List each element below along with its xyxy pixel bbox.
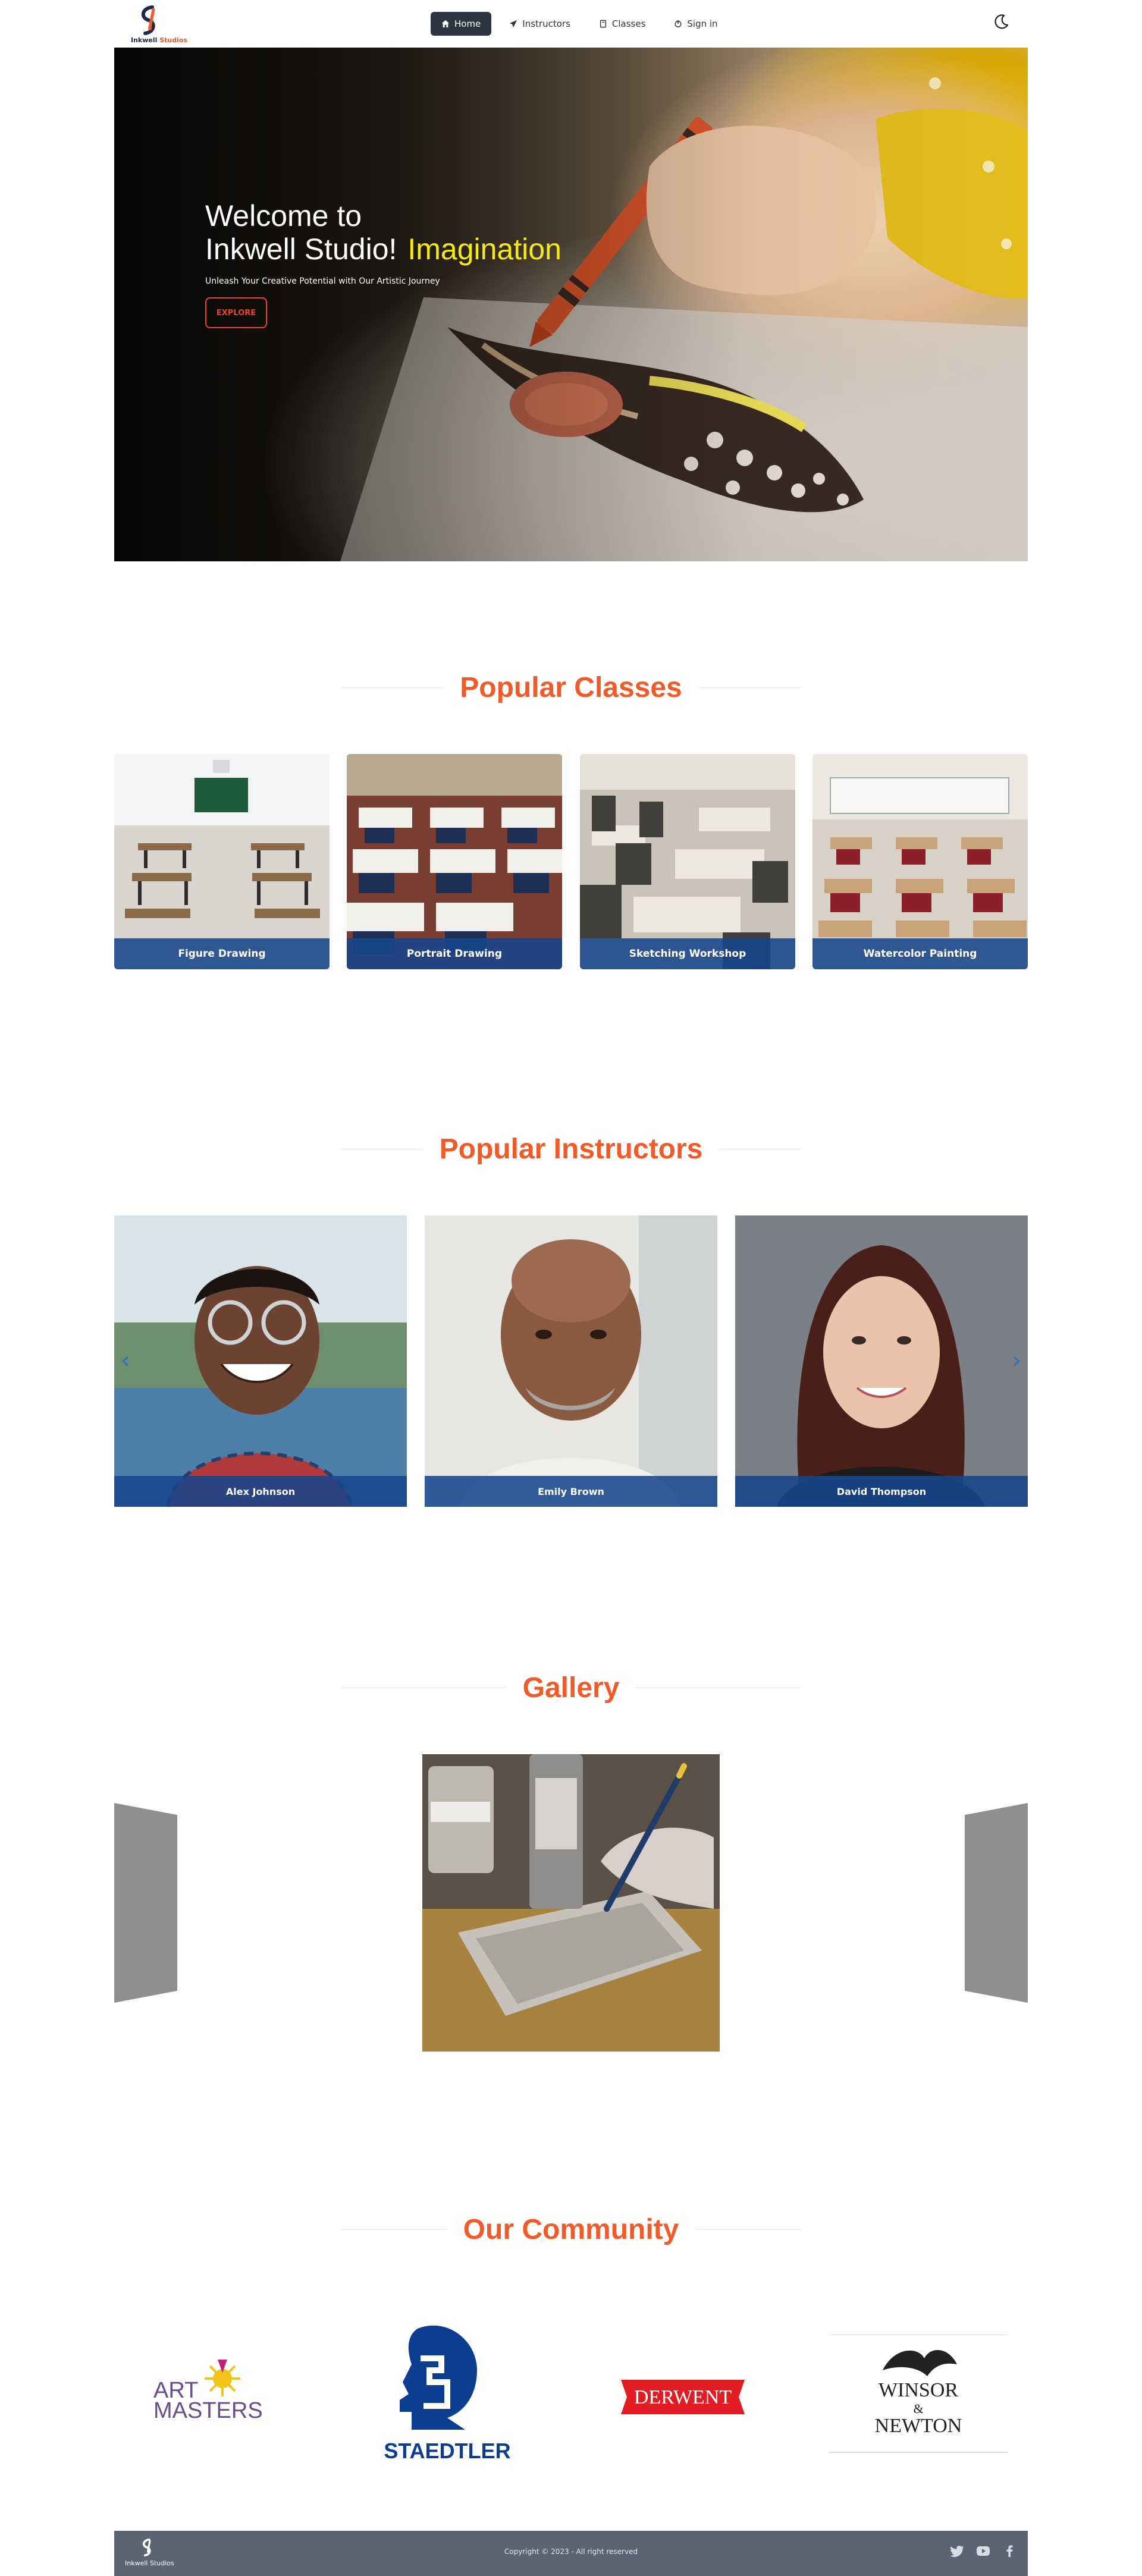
youtube-icon[interactable] <box>975 2544 991 2558</box>
gallery-carousel <box>114 1754 1028 2052</box>
facebook-icon[interactable] <box>1002 2544 1017 2558</box>
hero-title: Welcome to Inkwell Studio! Imagination <box>205 199 561 266</box>
gallery-heading: Gallery <box>341 1667 801 1708</box>
classroom-image <box>114 754 330 969</box>
classes-row: Figure Drawing Portrait Drawing Sketchin… <box>114 754 1028 969</box>
nav-item-label: Classes <box>611 18 646 29</box>
class-card-title: Watercolor Painting <box>812 938 1028 969</box>
nav-item-label: Home <box>454 18 481 29</box>
nav-item-classes[interactable]: Classes <box>588 12 657 36</box>
instructors-carousel: Alex Johnson Emily Brown David Thompson … <box>114 1215 1028 1507</box>
instructor-name: David Thompson <box>735 1476 1028 1507</box>
power-icon <box>674 20 682 27</box>
nav-item-label: Instructors <box>522 18 570 29</box>
art-masters-line-2: MASTERS <box>153 2398 263 2423</box>
art-masters-logo: ART MASTERS <box>153 2360 263 2423</box>
brand-winsor-newton[interactable]: WINSOR & NEWTON <box>829 2335 1008 2454</box>
nav-links: Home Instructors Classes Sign in <box>431 12 729 36</box>
social-links <box>949 2544 1017 2558</box>
instructors-heading: Popular Instructors <box>341 1128 801 1170</box>
community-heading: Our Community <box>341 2209 801 2250</box>
class-card-sketching-workshop[interactable]: Sketching Workshop <box>580 754 795 969</box>
divider <box>695 2229 801 2230</box>
paper-plane-icon <box>510 20 517 28</box>
instructor-card-david-thompson[interactable]: David Thompson <box>735 1215 1028 1507</box>
winsor-newton-line-3: NEWTON <box>875 2415 962 2437</box>
hero-banner: Welcome to Inkwell Studio! Imagination Un… <box>114 48 1028 561</box>
carousel-next-button[interactable]: › <box>1008 1347 1025 1374</box>
classroom-image <box>347 754 562 969</box>
instructor-card-alex-johnson[interactable]: Alex Johnson <box>114 1215 407 1507</box>
nav-item-sign-in[interactable]: Sign in <box>663 12 728 36</box>
gallery-image <box>422 1754 720 2052</box>
staedtler-wordmark: STAEDTLER <box>384 2439 510 2463</box>
carousel-prev-button[interactable]: ‹ <box>117 1347 134 1374</box>
hero-title-line-2: Inkwell Studio! <box>205 233 397 266</box>
site-logo[interactable]: Inkwell Studios <box>130 5 187 44</box>
staedtler-logo: STAEDTLER <box>384 2325 511 2463</box>
nav-item-instructors[interactable]: Instructors <box>498 12 581 36</box>
instructor-photo <box>425 1215 717 1507</box>
theme-toggle-button[interactable] <box>991 12 1011 32</box>
instructor-name: Alex Johnson <box>114 1476 407 1507</box>
logo-text: Inkwell Studios <box>131 36 188 44</box>
nav-item-label: Sign in <box>687 18 718 29</box>
explore-button[interactable]: EXPLORE <box>205 297 267 328</box>
footer: Inkwell Studios Copyright © 2023 - All r… <box>114 2531 1028 2576</box>
nav-item-home[interactable]: Home <box>431 12 492 36</box>
class-card-watercolor-painting[interactable]: Watercolor Painting <box>812 754 1028 969</box>
moon-icon <box>994 14 1009 29</box>
gallery-next-slide[interactable] <box>965 1803 1028 2003</box>
instructor-card-emily-brown[interactable]: Emily Brown <box>425 1215 717 1507</box>
section-title: Popular Instructors <box>439 1133 703 1165</box>
brand-art-masters[interactable]: ART MASTERS <box>151 2355 294 2426</box>
winsor-newton-line-1: WINSOR <box>879 2379 958 2401</box>
book-icon <box>600 20 606 28</box>
footer-logo-text: Inkwell Studios <box>125 2559 174 2567</box>
section-title: Gallery <box>522 1672 620 1704</box>
brand-staedtler[interactable]: STAEDTLER <box>376 2323 519 2465</box>
gallery-main-slide[interactable] <box>422 1754 720 2052</box>
class-card-title: Sketching Workshop <box>580 938 795 969</box>
classes-heading: Popular Classes <box>341 667 801 708</box>
class-card-figure-drawing[interactable]: Figure Drawing <box>114 754 330 969</box>
classroom-image <box>812 754 1028 969</box>
instructor-photo <box>114 1215 407 1507</box>
hero-subtitle: Unleash Your Creative Potential with Our… <box>205 277 440 286</box>
logo-mark-icon <box>142 5 155 35</box>
instructor-name: Emily Brown <box>425 1476 717 1507</box>
class-card-title: Portrait Drawing <box>347 938 562 969</box>
community-logos: ART MASTERS STAEDTLER DERWENT WINSOR & N… <box>114 2323 1028 2465</box>
divider <box>341 687 444 688</box>
winsor-newton-logo: WINSOR & NEWTON <box>829 2335 1008 2453</box>
navbar: Inkwell Studios Home Instructors Classes… <box>0 0 1142 48</box>
gallery-prev-slide[interactable] <box>114 1803 177 2003</box>
class-card-title: Figure Drawing <box>114 938 330 969</box>
home-icon <box>441 20 450 28</box>
derwent-logo: DERWENT <box>621 2380 745 2414</box>
section-title: Popular Classes <box>460 671 682 703</box>
copyright-text: Copyright © 2023 - All right reserved <box>504 2547 638 2556</box>
section-title: Our Community <box>463 2213 679 2245</box>
hero-title-line-1: Welcome to <box>205 199 362 233</box>
winsor-newton-line-2: & <box>913 2401 923 2416</box>
class-card-portrait-drawing[interactable]: Portrait Drawing <box>347 754 562 969</box>
twitter-icon[interactable] <box>949 2544 965 2558</box>
classroom-image <box>580 754 795 969</box>
brand-derwent[interactable]: DERWENT <box>617 2376 748 2418</box>
instructor-photo <box>735 1215 1028 1507</box>
divider <box>341 2229 447 2230</box>
derwent-wordmark: DERWENT <box>634 2386 732 2408</box>
divider <box>698 687 801 688</box>
hero-highlight: Imagination <box>407 233 561 266</box>
